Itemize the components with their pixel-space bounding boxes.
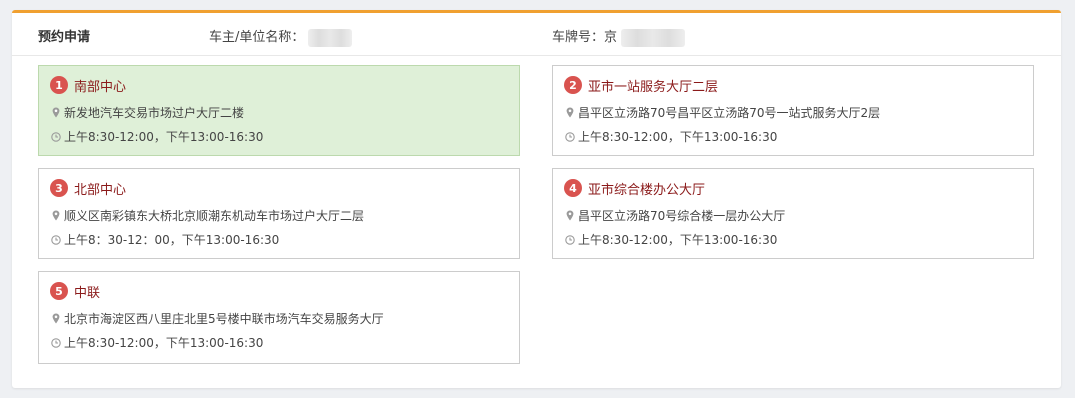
card-header: 2 亚市一站服务大厅二层 <box>564 75 718 95</box>
location-card[interactable]: 4 亚市综合楼办公大厅 昌平区立汤路70号综合楼一层办公大厅 上午8:30-12… <box>552 168 1034 259</box>
clock-icon <box>564 131 575 143</box>
plate-label: 车牌号：京 <box>552 30 618 45</box>
location-card[interactable]: 3 北部中心 顺义区南彩镇东大桥北京顺潮东机动车市场过户大厅二层 上午8：30-… <box>38 168 520 259</box>
card-header: 5 中联 <box>50 281 100 301</box>
location-card[interactable]: 1 南部中心 新发地汽车交易市场过户大厅二楼 上午8:30-12:00，下午13… <box>38 65 520 156</box>
card-header: 4 亚市综合楼办公大厅 <box>564 178 705 198</box>
location-card[interactable]: 2 亚市一站服务大厅二层 昌平区立汤路70号昌平区立汤路70号一站式服务大厅2层… <box>552 65 1034 156</box>
location-name: 亚市综合楼办公大厅 <box>588 182 706 198</box>
clock-icon <box>50 131 61 143</box>
card-header: 3 北部中心 <box>50 178 126 198</box>
location-name: 中联 <box>74 285 101 301</box>
location-name: 亚市一站服务大厅二层 <box>588 79 719 95</box>
clock-icon <box>564 234 575 246</box>
hours-text: 上午8：30-12：00，下午13:00-16:30 <box>64 233 280 247</box>
address-text: 北京市海淀区西八里庄北里5号楼中联市场汽车交易服务大厅 <box>64 312 384 326</box>
number-badge: 1 <box>50 76 68 94</box>
address-row: 新发地汽车交易市场过户大厅二楼 <box>50 104 244 121</box>
owner-label: 车主/单位名称： <box>209 30 305 45</box>
hours-row: 上午8:30-12:00，下午13:00-16:30 <box>564 231 777 248</box>
clock-icon <box>50 337 61 349</box>
number-badge: 4 <box>564 179 582 197</box>
location-card[interactable]: 5 中联 北京市海淀区西八里庄北里5号楼中联市场汽车交易服务大厅 上午8:30-… <box>38 271 520 364</box>
address-row: 顺义区南彩镇东大桥北京顺潮东机动车市场过户大厅二层 <box>50 207 364 224</box>
address-text: 顺义区南彩镇东大桥北京顺潮东机动车市场过户大厅二层 <box>64 209 365 223</box>
map-marker-icon <box>564 107 575 119</box>
map-marker-icon <box>50 313 61 325</box>
page-title: 预约申请 <box>38 30 91 45</box>
address-text: 新发地汽车交易市场过户大厅二楼 <box>64 106 245 120</box>
appointment-panel: 预约申请 车主/单位名称： 车牌号：京 1 南部中心 新发地汽车交易市场过户大厅… <box>12 10 1061 388</box>
address-row: 昌平区立汤路70号综合楼一层办公大厅 <box>564 207 785 224</box>
hours-text: 上午8:30-12:00，下午13:00-16:30 <box>64 336 264 350</box>
address-row: 昌平区立汤路70号昌平区立汤路70号一站式服务大厅2层 <box>564 104 880 121</box>
location-name: 北部中心 <box>74 182 127 198</box>
address-text: 昌平区立汤路70号昌平区立汤路70号一站式服务大厅2层 <box>578 106 881 120</box>
hours-text: 上午8:30-12:00，下午13:00-16:30 <box>578 130 778 144</box>
address-text: 昌平区立汤路70号综合楼一层办公大厅 <box>578 209 786 223</box>
map-marker-icon <box>50 107 61 119</box>
hours-text: 上午8:30-12:00，下午13:00-16:30 <box>578 233 778 247</box>
panel-header: 预约申请 车主/单位名称： 车牌号：京 <box>12 13 1061 56</box>
hours-row: 上午8:30-12:00，下午13:00-16:30 <box>564 128 777 145</box>
hours-row: 上午8:30-12:00，下午13:00-16:30 <box>50 334 263 351</box>
hours-row: 上午8：30-12：00，下午13:00-16:30 <box>50 231 279 248</box>
number-badge: 2 <box>564 76 582 94</box>
location-name: 南部中心 <box>74 79 127 95</box>
card-header: 1 南部中心 <box>50 75 126 95</box>
hours-row: 上午8:30-12:00，下午13:00-16:30 <box>50 128 263 145</box>
number-badge: 5 <box>50 282 68 300</box>
address-row: 北京市海淀区西八里庄北里5号楼中联市场汽车交易服务大厅 <box>50 310 384 327</box>
owner-value-redacted <box>308 28 353 47</box>
plate-value-redacted <box>621 28 686 47</box>
owner-field: 车主/单位名称： <box>209 26 353 47</box>
hours-text: 上午8:30-12:00，下午13:00-16:30 <box>64 130 264 144</box>
number-badge: 3 <box>50 179 68 197</box>
clock-icon <box>50 234 61 246</box>
map-marker-icon <box>564 210 575 222</box>
map-marker-icon <box>50 210 61 222</box>
plate-field: 车牌号：京 <box>552 26 686 47</box>
